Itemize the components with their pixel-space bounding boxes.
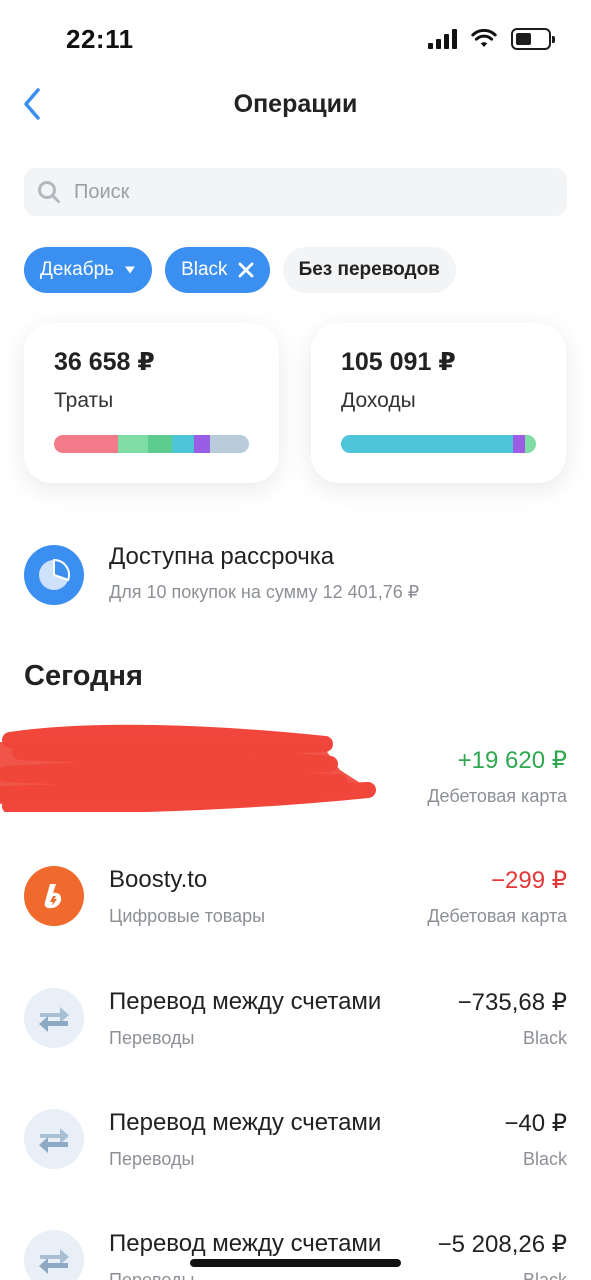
expenses-card[interactable]: 36 658 ₽ Траты [24, 323, 279, 483]
filter-chips: Декабрь Black Без переводов [24, 247, 456, 293]
installment-banner[interactable]: Доступна рассрочка Для 10 покупок на сум… [24, 543, 567, 609]
operation-account: Дебетовая карта [427, 786, 567, 806]
installment-subtitle: Для 10 покупок на сумму 12 401,76 ₽ [109, 582, 420, 602]
page-title: Операции [233, 90, 358, 118]
operation-item[interactable]: +19 620 ₽ Дебетовая карта [24, 746, 567, 816]
section-title-today: Сегодня [24, 660, 143, 692]
close-icon[interactable] [238, 262, 254, 278]
operation-amount: −299 ₽ [491, 867, 567, 894]
expenses-breakdown-bar [54, 435, 249, 453]
month-filter-label: Декабрь [40, 259, 115, 280]
operation-amount: −5 208,26 ₽ [437, 1231, 567, 1258]
operation-title: Перевод между счетами [109, 988, 382, 1015]
no-transfers-chip[interactable]: Без переводов [282, 247, 456, 293]
transfer-icon [24, 1109, 84, 1169]
transfer-icon [24, 988, 84, 1048]
operation-title: Перевод между счетами [109, 1230, 382, 1257]
expenses-label: Траты [54, 389, 114, 412]
card-filter-label: Black [181, 259, 228, 280]
operation-account: Black [522, 1149, 567, 1169]
operation-category: Цифровые товары [109, 906, 266, 926]
transfer-icon [24, 1230, 84, 1280]
income-label: Доходы [341, 389, 416, 412]
triangle-down-icon [124, 265, 136, 275]
pie-chart-icon [24, 545, 84, 605]
boosty-icon [24, 866, 84, 926]
cellular-signal-icon [428, 29, 457, 49]
month-filter-chip[interactable]: Декабрь [24, 247, 153, 293]
operation-category: Переводы [109, 1149, 195, 1169]
home-indicator[interactable] [190, 1259, 401, 1267]
operation-category: Переводы [109, 1028, 195, 1048]
status-bar: 22:11 [0, 0, 591, 80]
installment-title: Доступна рассрочка [109, 543, 335, 570]
card-filter-chip[interactable]: Black [165, 247, 270, 293]
income-card[interactable]: 105 091 ₽ Доходы [311, 323, 566, 483]
operation-item[interactable]: Boosty.to Цифровые товары −299 ₽ Дебетов… [24, 866, 567, 936]
search-input[interactable] [74, 180, 514, 204]
battery-icon [511, 28, 555, 50]
operation-account: Дебетовая карта [427, 906, 567, 926]
operation-amount: +19 620 ₽ [457, 747, 567, 774]
operation-category: Переводы [109, 1270, 195, 1280]
no-transfers-label: Без переводов [298, 259, 440, 280]
status-icons [428, 28, 555, 50]
operation-account: Black [522, 1028, 567, 1048]
status-time: 22:11 [66, 24, 134, 54]
operation-item[interactable]: Перевод между счетами Переводы −5 208,26… [24, 1230, 567, 1280]
expenses-amount: 36 658 ₽ [54, 348, 155, 376]
operation-account: Black [522, 1270, 567, 1280]
income-amount: 105 091 ₽ [341, 348, 456, 376]
wifi-icon [471, 29, 497, 47]
operation-title: Boosty.to [109, 866, 208, 893]
operation-title: Перевод между счетами [109, 1109, 382, 1136]
search-bar[interactable] [24, 168, 567, 216]
operation-amount: −40 ₽ [504, 1110, 567, 1137]
operation-item[interactable]: Перевод между счетами Переводы −735,68 ₽… [24, 988, 567, 1058]
income-breakdown-bar [341, 435, 536, 453]
operation-amount: −735,68 ₽ [457, 989, 567, 1016]
search-icon [38, 181, 60, 203]
operation-item[interactable]: Перевод между счетами Переводы −40 ₽ Bla… [24, 1109, 567, 1179]
